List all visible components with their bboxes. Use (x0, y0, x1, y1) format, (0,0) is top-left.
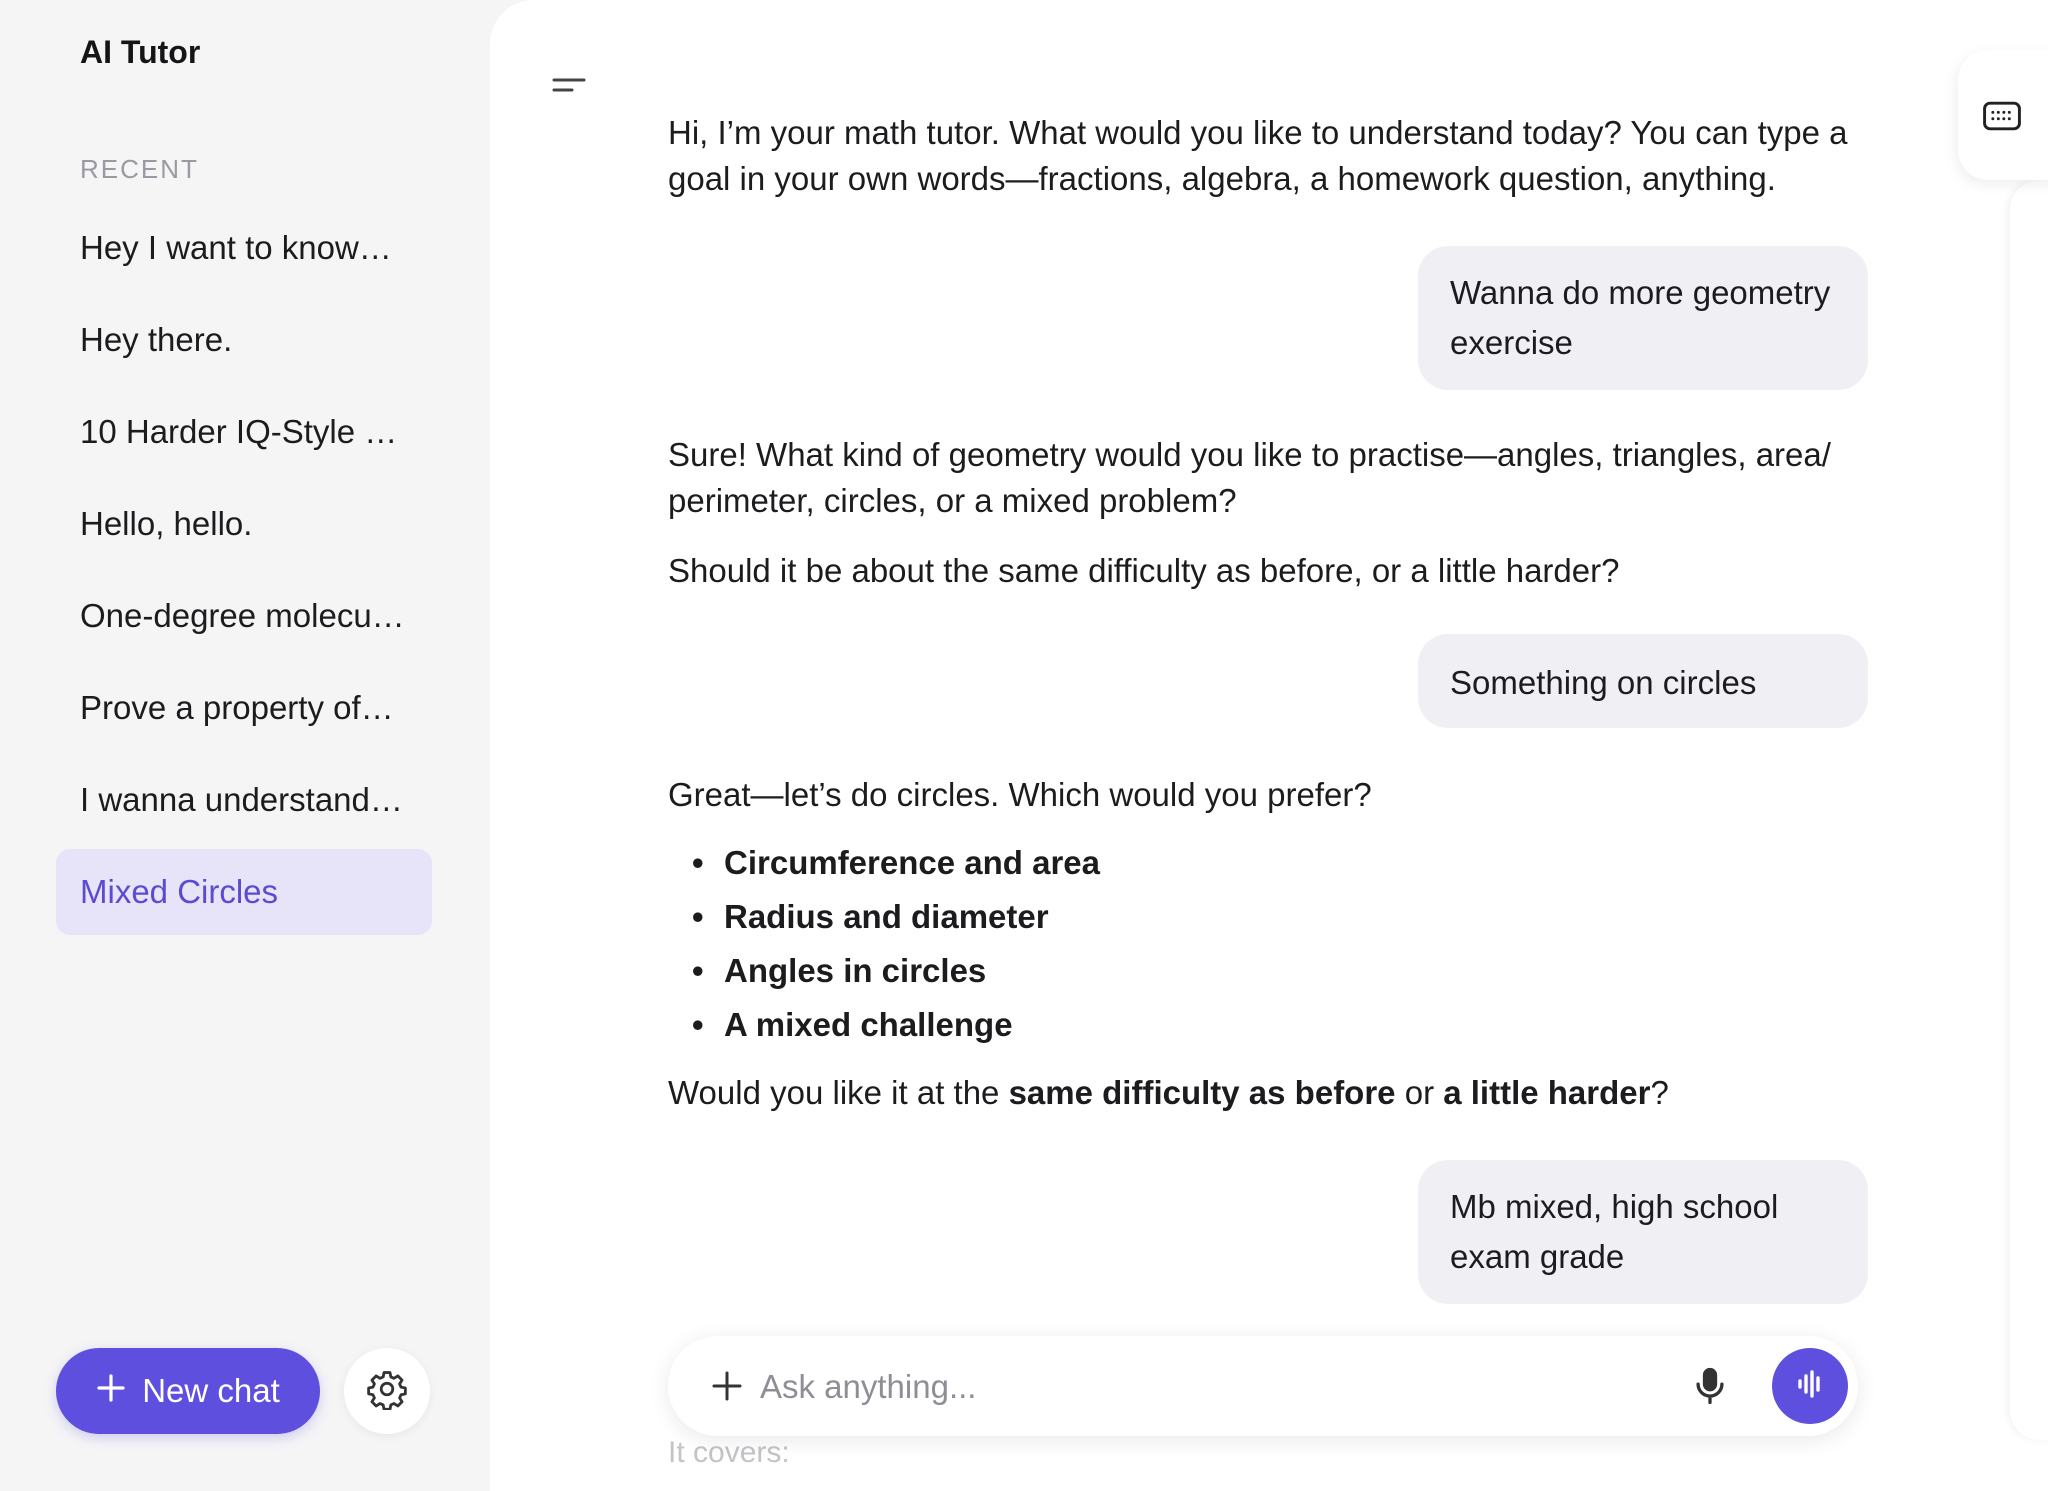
user-message-row: Something on circles (668, 634, 1868, 728)
streaming-message-preview: It covers: (668, 1436, 790, 1469)
assistant-message: Sure! What kind of geometry would you li… (668, 432, 1868, 594)
user-message-bubble: Wanna do more geometry exercise (1418, 246, 1868, 390)
chat-history-item-label: Mixed Circles (80, 873, 279, 910)
user-message-row: Wanna do more geometry exercise (668, 246, 1868, 390)
chat-history-item[interactable]: I wanna understand… (56, 757, 432, 843)
chat-history-item-active[interactable]: Mixed Circles (56, 849, 432, 935)
message-text: Great—let’s do circles. Which would you … (668, 776, 1372, 813)
assistant-message: Great—let’s do circles. Which would you … (668, 772, 1868, 1116)
microphone-icon (1688, 1367, 1732, 1412)
voice-waveform-icon (1792, 1366, 1828, 1407)
recent-section-label: RECENT (80, 154, 199, 184)
keyboard-button[interactable] (1980, 94, 2024, 138)
bold-text: a little harder (1443, 1074, 1651, 1111)
attach-button[interactable] (704, 1363, 750, 1409)
sidebar-toggle-icon (550, 78, 590, 110)
chat-history-item[interactable]: Hey there. (56, 297, 432, 383)
assistant-message: Hi, I’m your math tutor. What would you … (668, 110, 1868, 202)
voice-mode-button[interactable] (1772, 1348, 1848, 1424)
new-chat-label: New chat (142, 1372, 280, 1409)
chat-main-panel: Hi, I’m your math tutor. What would you … (490, 0, 2048, 1491)
chat-history-item[interactable]: 10 Harder IQ-Style C… (56, 389, 432, 475)
chat-history-item-label: 10 Harder IQ-Style C… (80, 413, 410, 450)
keyboard-icon (1980, 101, 2024, 142)
chat-history-item-label: Hey I want to know… (80, 229, 392, 266)
chat-history-item-label: Hey there. (80, 321, 233, 358)
chat-history-item[interactable]: One-degree molecul… (56, 573, 432, 659)
message-composer (668, 1336, 1858, 1436)
option-item: Angles in circles (668, 944, 1868, 998)
text-run: ? (1650, 1074, 1669, 1111)
chat-history-item[interactable]: Hey I want to know… (56, 205, 432, 291)
option-item: Circumference and area (668, 836, 1868, 890)
message-input[interactable] (758, 1361, 1462, 1413)
sidebar-toggle-button[interactable] (550, 66, 590, 106)
sidebar: AI Tutor RECENT Hey I want to know… Hey … (0, 0, 490, 1491)
plus-icon (704, 1371, 750, 1413)
text-run: Would you like it at the (668, 1074, 1009, 1111)
chat-history-list: Hey I want to know… Hey there. 10 Harder… (56, 205, 432, 941)
text-run: or (1395, 1074, 1444, 1111)
app-title: AI Tutor (80, 34, 201, 70)
user-message-bubble: Something on circles (1418, 634, 1868, 728)
side-panel-edge (2010, 180, 2048, 1440)
message-text: Would you like it at the same difficulty… (668, 1070, 1868, 1116)
user-message-row: Mb mixed, high school exam grade (668, 1160, 1868, 1304)
microphone-button[interactable] (1688, 1364, 1732, 1408)
bold-text: same difficulty as before (1008, 1074, 1396, 1111)
new-chat-button[interactable]: New chat (56, 1348, 320, 1434)
option-item: Radius and diameter (668, 890, 1868, 944)
plus-icon (96, 1367, 126, 1411)
message-text: Hi, I’m your math tutor. What would you … (668, 114, 1848, 197)
gear-icon (366, 1368, 408, 1415)
chat-history-item[interactable]: Prove a property of… (56, 665, 432, 751)
chat-history-item-label: Hello, hello. (80, 505, 253, 542)
message-text: Sure! What kind of geometry would you li… (668, 436, 1831, 519)
chat-history-item[interactable]: Hello, hello. (56, 481, 432, 567)
chat-history-item-label: One-degree molecul… (80, 597, 410, 634)
message-text: Should it be about the same difficulty a… (668, 552, 1620, 589)
conversation: Hi, I’m your math tutor. What would you … (668, 110, 1868, 1304)
option-list: Circumference and area Radius and diamet… (668, 836, 1868, 1052)
user-message-bubble: Mb mixed, high school exam grade (1418, 1160, 1868, 1304)
option-item: A mixed challenge (668, 998, 1868, 1052)
chat-history-item-label: I wanna understand… (80, 781, 403, 818)
chat-history-item-label: Prove a property of… (80, 689, 394, 726)
settings-button[interactable] (344, 1348, 430, 1434)
